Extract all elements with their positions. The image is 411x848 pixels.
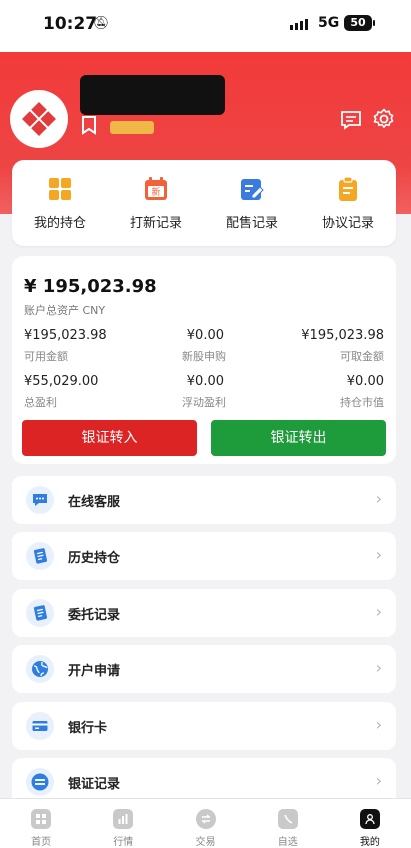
signal-icon [290, 19, 308, 30]
calendar-new-icon: 新 [145, 177, 167, 200]
quick-action-label: 配售记录 [225, 216, 278, 231]
document-icon [26, 599, 54, 627]
bookmark-icon[interactable] [80, 115, 98, 135]
total-pnl-label: 总盈利 [24, 396, 57, 409]
quick-action-label: 打新记录 [129, 216, 182, 231]
tab-label: 行情 [113, 837, 134, 848]
total-assets: ¥ 195,023.98 [24, 276, 157, 297]
available-amount: ¥195,023.98 [24, 328, 107, 343]
tab-label: 首页 [31, 837, 52, 848]
bottom-tab-bar: 首页 行情 交易 自选 我的 [0, 798, 411, 848]
menu-item-label: 银行卡 [68, 721, 108, 736]
assets-card: ¥ 195,023.98 账户总资产 CNY ¥195,023.98 可用金额 … [12, 256, 396, 464]
menu-item-order-records[interactable]: 委托记录 › [12, 589, 396, 637]
position-value: ¥0.00 [346, 374, 384, 389]
battery-tip [373, 20, 375, 26]
avatar[interactable] [10, 90, 68, 148]
menu-item-label: 开户申请 [68, 664, 121, 679]
chevron-right-icon: › [375, 489, 382, 508]
trade-icon [195, 809, 216, 829]
quick-action-placement-records[interactable]: 配售记录 [204, 160, 300, 246]
chevron-right-icon: › [375, 715, 382, 734]
quick-action-label: 我的持仓 [33, 216, 86, 231]
status-bar: 10:27 🔕︎ 5G 50 [0, 0, 411, 52]
quick-action-holdings[interactable]: 我的持仓 [12, 160, 108, 246]
withdrawable-amount: ¥195,023.98 [301, 328, 384, 343]
grid-icon [49, 178, 71, 200]
menu-item-label: 在线客服 [68, 495, 121, 510]
chevron-right-icon: › [375, 771, 382, 790]
home-icon [31, 809, 52, 829]
menu-item-account-opening[interactable]: 开户申请 › [12, 645, 396, 693]
withdrawable-amount-label: 可取金额 [340, 350, 384, 363]
chevron-right-icon: › [375, 602, 382, 621]
available-amount-label: 可用金额 [24, 350, 68, 363]
floating-pnl-label: 浮动盈利 [182, 396, 226, 409]
tab-watchlist[interactable]: 自选 [247, 799, 329, 848]
logo-icon [22, 102, 56, 136]
network-type: 5G [318, 15, 340, 31]
chevron-right-icon: › [375, 658, 382, 677]
floating-pnl: ¥0.00 [186, 374, 224, 389]
menu-item-label: 历史持仓 [68, 551, 121, 566]
transfer-icon [26, 768, 54, 796]
tab-home[interactable]: 首页 [0, 799, 82, 848]
message-icon[interactable] [340, 110, 362, 130]
quick-action-agreement-records[interactable]: 协议记录 [300, 160, 396, 246]
username-redacted [80, 75, 225, 115]
tab-trade[interactable]: 交易 [164, 799, 246, 848]
menu-item-history-holdings[interactable]: 历史持仓 › [12, 532, 396, 580]
quick-action-label: 协议记录 [321, 216, 374, 231]
tab-mine[interactable]: 我的 [329, 799, 411, 848]
quick-actions: 我的持仓 新 打新记录 配售记录 协议记录 [12, 160, 396, 246]
svg-text:新: 新 [151, 186, 160, 198]
tab-market[interactable]: 行情 [82, 799, 164, 848]
menu-item-label: 委托记录 [68, 608, 121, 623]
tab-label: 自选 [277, 837, 298, 848]
battery-icon: 50 [344, 15, 372, 31]
total-assets-label: 账户总资产 CNY [24, 304, 106, 317]
position-value-label: 持仓市值 [340, 396, 384, 409]
tab-label: 交易 [195, 837, 216, 848]
chevron-right-icon: › [375, 545, 382, 564]
transfer-out-button[interactable]: 银证转出 [211, 420, 386, 456]
tab-label: 我的 [359, 837, 380, 848]
chat-bubble-icon [26, 486, 54, 514]
total-pnl: ¥55,029.00 [24, 374, 99, 389]
globe-icon [26, 655, 54, 683]
document-icon [26, 542, 54, 570]
gear-icon[interactable] [373, 108, 395, 130]
clipboard-icon [339, 176, 357, 201]
bank-card-icon [26, 712, 54, 740]
chart-bars-icon [113, 809, 134, 829]
bell-mute-icon: 🔕︎ [93, 16, 110, 31]
quick-action-ipo-records[interactable]: 新 打新记录 [108, 160, 204, 246]
watchlist-icon [277, 809, 298, 829]
ipo-purchase-amount: ¥0.00 [186, 328, 224, 343]
edit-note-icon [241, 179, 264, 200]
menu-item-online-service[interactable]: 在线客服 › [12, 476, 396, 524]
ipo-purchase-label: 新股申购 [182, 350, 226, 363]
menu-item-label: 银证记录 [68, 777, 121, 792]
transfer-in-button[interactable]: 银证转入 [22, 420, 197, 456]
status-time: 10:27 [43, 14, 98, 34]
user-icon [359, 809, 380, 829]
member-badge [110, 121, 154, 134]
menu-item-bank-card[interactable]: 银行卡 › [12, 702, 396, 750]
